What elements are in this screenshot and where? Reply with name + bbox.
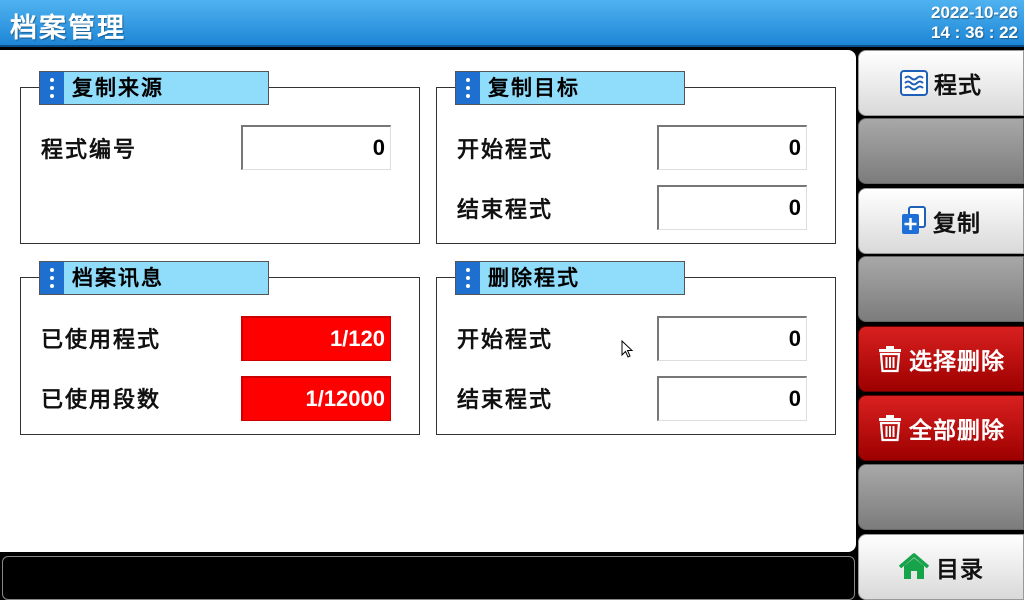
delete-end-label: 结束程式 <box>457 388 554 413</box>
used-programs-label: 已使用程式 <box>41 328 162 353</box>
delete-start-label: 开始程式 <box>457 328 554 353</box>
status-bar <box>2 556 855 600</box>
date-text: 2022-10-26 <box>931 3 1018 22</box>
page-title: 档案管理 <box>10 13 126 44</box>
copy-end-label: 结束程式 <box>457 198 554 223</box>
copy-target-group: 复制目标 开始程式 0 结束程式 0 <box>436 71 836 244</box>
copy-end-input[interactable]: 0 <box>657 185 807 230</box>
wave-chart-icon <box>900 70 928 96</box>
copy-button-label: 复制 <box>933 211 981 237</box>
menu-button[interactable]: 目录 <box>858 534 1024 600</box>
used-segments-value: 1/12000 <box>241 376 391 421</box>
home-icon <box>898 553 930 579</box>
delete-all-label: 全部删除 <box>909 418 1005 444</box>
delete-end-input[interactable]: 0 <box>657 376 807 421</box>
trash-icon <box>879 415 901 442</box>
copy-start-input[interactable]: 0 <box>657 125 807 170</box>
empty-button-1 <box>858 118 1024 184</box>
empty-button-3 <box>858 464 1024 530</box>
program-button-label: 程式 <box>934 73 982 99</box>
empty-button-2 <box>858 256 1024 322</box>
menu-dots-icon <box>40 72 64 104</box>
delete-program-title-text: 删除程式 <box>488 266 580 290</box>
copy-target-title-text: 复制目标 <box>488 76 580 100</box>
program-no-input[interactable]: 0 <box>241 125 391 170</box>
delete-start-input[interactable]: 0 <box>657 316 807 361</box>
datetime: 2022-10-26 14 : 36 : 22 <box>931 3 1018 43</box>
copy-button[interactable]: 复制 <box>858 188 1024 254</box>
program-button[interactable]: 程式 <box>858 50 1024 116</box>
used-programs-value: 1/120 <box>241 316 391 361</box>
copy-source-title-text: 复制来源 <box>72 76 164 100</box>
file-info-group: 档案讯息 已使用程式 1/120 已使用段数 1/12000 <box>20 261 420 435</box>
copy-add-icon <box>902 206 926 234</box>
time-text: 14 : 36 : 22 <box>931 23 1018 42</box>
copy-source-group: 复制来源 程式编号 0 <box>20 71 420 244</box>
copy-source-title: 复制来源 <box>39 71 269 105</box>
mouse-cursor-icon <box>621 340 634 358</box>
delete-all-button[interactable]: 全部删除 <box>858 395 1024 461</box>
select-delete-label: 选择删除 <box>909 349 1005 375</box>
menu-button-label: 目录 <box>936 557 984 583</box>
header-bar: 档案管理 2022-10-26 14 : 36 : 22 <box>0 0 1024 47</box>
copy-start-label: 开始程式 <box>457 138 554 163</box>
menu-dots-icon <box>40 262 64 294</box>
program-no-label: 程式编号 <box>41 138 138 163</box>
copy-target-title: 复制目标 <box>455 71 685 105</box>
menu-dots-icon <box>456 72 480 104</box>
trash-icon <box>879 346 901 373</box>
main-panel: 复制来源 程式编号 0 复制目标 开始程式 0 结束程式 0 档案讯息 已使用程… <box>0 50 856 552</box>
used-segments-label: 已使用段数 <box>41 388 162 413</box>
select-delete-button[interactable]: 选择删除 <box>858 326 1024 392</box>
menu-dots-icon <box>456 262 480 294</box>
file-info-title-text: 档案讯息 <box>72 266 164 290</box>
file-info-title: 档案讯息 <box>39 261 269 295</box>
delete-program-title: 删除程式 <box>455 261 685 295</box>
